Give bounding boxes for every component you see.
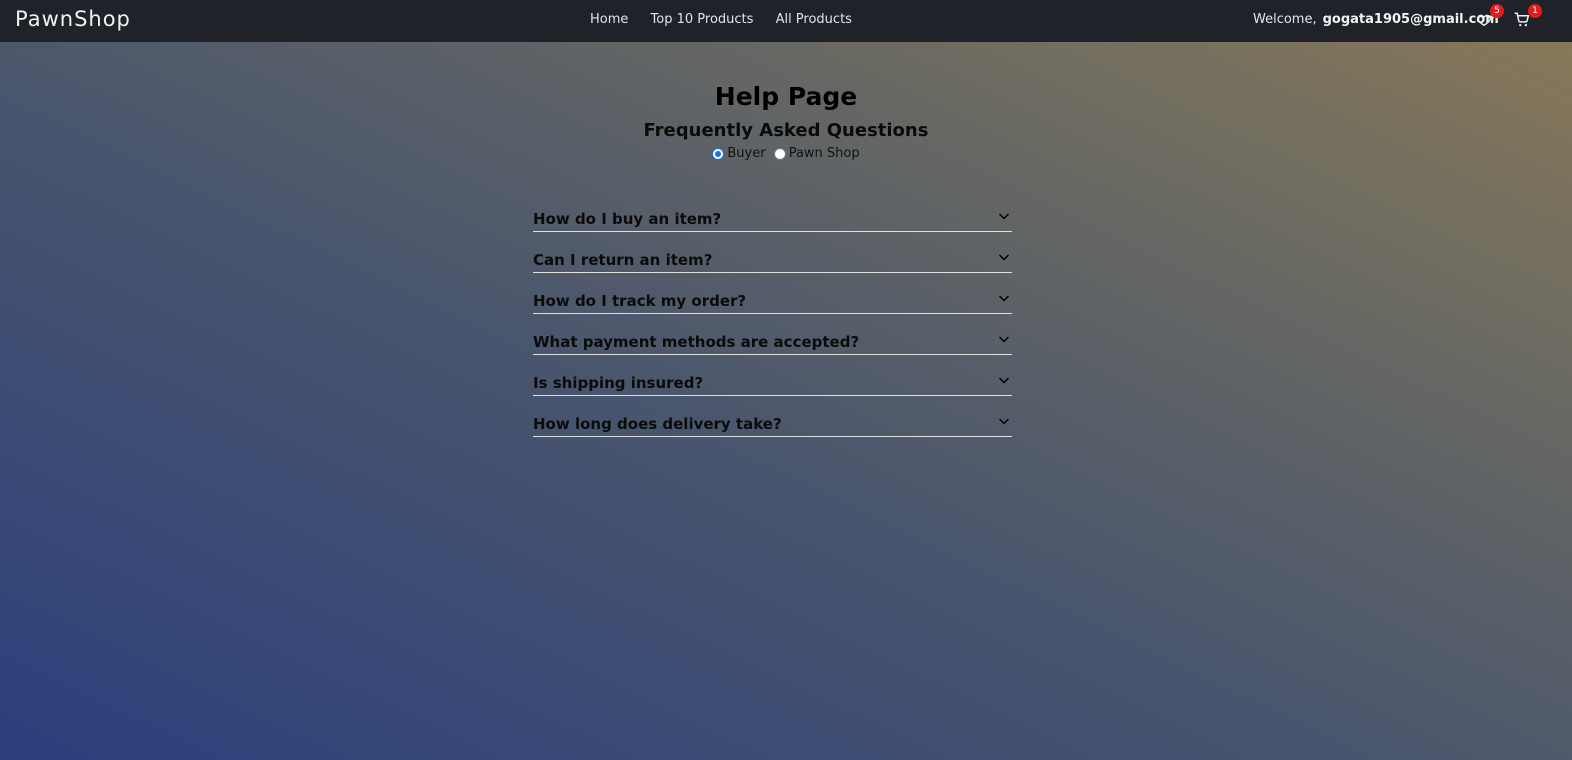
faq-question[interactable]: Is shipping insured? [533, 374, 703, 392]
heart-icon [1477, 14, 1491, 27]
chevron-down-icon[interactable] [998, 333, 1010, 345]
chevron-down-icon[interactable] [998, 374, 1010, 386]
faq-question[interactable]: How long does delivery take? [533, 415, 782, 433]
cart-icon [1514, 12, 1530, 27]
nav-top10-link[interactable]: Top 10 Products [651, 12, 754, 27]
cart-count-badge: 1 [1528, 4, 1542, 18]
faq-item[interactable]: How do I buy an item? [533, 192, 1012, 232]
faq-item[interactable]: Is shipping insured? [533, 356, 1012, 396]
cart-button[interactable]: 1 [1514, 4, 1542, 33]
faq-question[interactable]: How do I buy an item? [533, 210, 721, 228]
radio-pawnshop-input[interactable] [773, 147, 786, 160]
page-title: Help Page [714, 82, 858, 111]
welcome-text: Welcome, gogata1905@gmail.com [1253, 12, 1499, 27]
top-navbar: PawnShop Home Top 10 Products All Produc… [0, 0, 1572, 42]
faq-question[interactable]: What payment methods are accepted? [533, 333, 859, 351]
faq-question[interactable]: Can I return an item? [533, 251, 712, 269]
wishlist-button[interactable]: 5 [1476, 4, 1504, 33]
chevron-down-icon[interactable] [998, 210, 1010, 222]
chevron-down-icon[interactable] [998, 415, 1010, 427]
faq-item[interactable]: What payment methods are accepted? [533, 315, 1012, 355]
nav-all-products-link[interactable]: All Products [776, 12, 852, 27]
faq-item[interactable]: How long does delivery take? [533, 397, 1012, 437]
chevron-down-icon[interactable] [998, 251, 1010, 263]
radio-buyer-input[interactable] [712, 147, 725, 160]
welcome-label: Welcome, [1253, 12, 1317, 27]
radio-buyer[interactable]: Buyer [712, 146, 766, 161]
faq-accordion: How do I buy an item? Can I return an it… [533, 192, 1012, 437]
faq-item[interactable]: How do I track my order? [533, 274, 1012, 314]
nav-home-link[interactable]: Home [590, 12, 628, 27]
radio-pawnshop[interactable]: Pawn Shop [773, 146, 860, 161]
faq-item[interactable]: Can I return an item? [533, 233, 1012, 273]
user-email[interactable]: gogata1905@gmail.com [1323, 12, 1499, 27]
chevron-down-icon[interactable] [998, 292, 1010, 304]
help-page-content: Help Page Frequently Asked Questions Buy… [0, 42, 1572, 760]
faq-heading: Frequently Asked Questions [643, 120, 929, 141]
role-radio-group: Buyer Pawn Shop [0, 146, 1572, 164]
wishlist-count-badge: 5 [1490, 4, 1504, 18]
radio-buyer-label[interactable]: Buyer [727, 146, 765, 161]
brand-logo[interactable]: PawnShop [15, 7, 131, 31]
radio-pawnshop-label[interactable]: Pawn Shop [789, 146, 860, 161]
faq-question[interactable]: How do I track my order? [533, 292, 746, 310]
nav-links: Home Top 10 Products All Products [590, 12, 870, 27]
